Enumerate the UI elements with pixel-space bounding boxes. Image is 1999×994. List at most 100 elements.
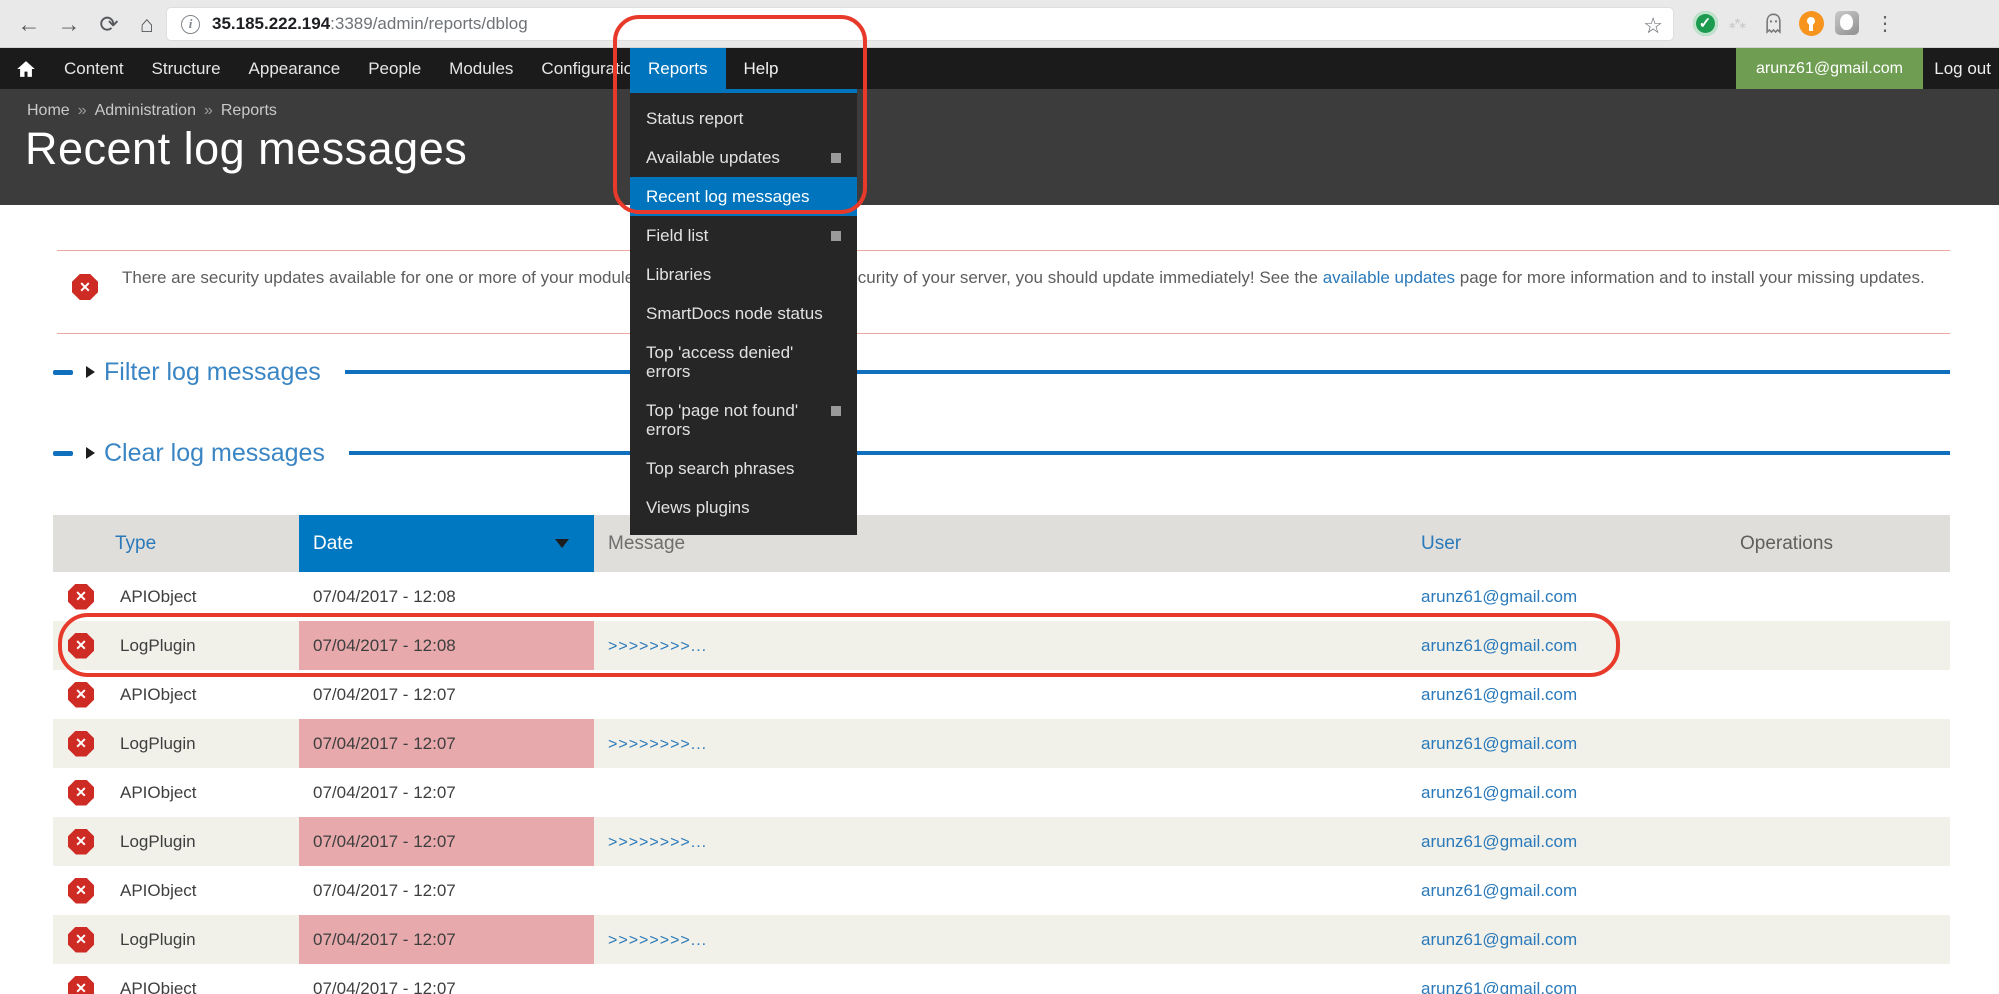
breadcrumb-link[interactable]: Home [27, 102, 95, 119]
extension-openvpn-icon[interactable] [1798, 10, 1824, 36]
log-date: 07/04/2017 - 12:08 [299, 572, 594, 621]
log-type: LogPlugin [120, 832, 196, 852]
user-link[interactable]: arunz61@gmail.com [1421, 979, 1577, 994]
log-type: APIObject [120, 685, 197, 705]
dropdown-menu-item[interactable]: Available updates [630, 138, 857, 177]
url-path: :3389/admin/reports/dblog [330, 14, 528, 34]
breadcrumb: HomeAdministrationReports [27, 102, 277, 120]
user-link[interactable]: arunz61@gmail.com [1421, 832, 1577, 851]
log-type: LogPlugin [120, 930, 196, 950]
row-error-icon: ✕ [68, 731, 94, 757]
log-operations [1680, 621, 1950, 670]
log-date: 07/04/2017 - 12:07 [299, 670, 594, 719]
collapsed-arrow-icon [86, 447, 95, 459]
dropdown-menu-item[interactable]: Top 'access denied' errors [630, 333, 857, 391]
column-header-type[interactable]: Type [53, 515, 299, 572]
toolbar-menu-item[interactable]: People [354, 48, 435, 89]
user-link[interactable]: arunz61@gmail.com [1421, 783, 1577, 802]
dropdown-menu-item[interactable]: Top 'page not found' errors [630, 391, 857, 449]
table-row: ✕ APIObject 07/04/2017 - 12:08 arunz61@g… [53, 572, 1950, 621]
log-message-link[interactable]: >>>>>>>>... [608, 736, 707, 753]
security-alert: ✕ There are security updates available f… [57, 250, 1950, 334]
toolbar-menu-item[interactable]: Modules [435, 48, 527, 89]
log-date: 07/04/2017 - 12:07 [299, 915, 594, 964]
section-divider [345, 370, 1950, 374]
extension-disabled-icon[interactable]: ⁎*⁎ [1724, 10, 1750, 36]
new-items-badge [831, 406, 841, 416]
reports-dropdown: Reports Help Status report Available upd… [630, 48, 857, 535]
toolbar-menu-item[interactable]: Structure [138, 48, 235, 89]
log-type: APIObject [120, 783, 197, 803]
dropdown-menu-item[interactable]: Top search phrases [630, 449, 857, 488]
dropdown-menu-item[interactable]: SmartDocs node status [630, 294, 857, 333]
reload-button[interactable]: ⟳ [92, 7, 126, 41]
row-error-icon: ✕ [68, 878, 94, 904]
table-header-row: Type Date Message User Operations [53, 515, 1950, 572]
dropdown-menu-item[interactable]: Libraries [630, 255, 857, 294]
log-operations [1680, 817, 1950, 866]
available-updates-link[interactable]: available updates [1323, 268, 1455, 287]
column-header-date[interactable]: Date [299, 515, 594, 572]
log-operations [1680, 964, 1950, 994]
log-type: APIObject [120, 979, 197, 994]
user-link[interactable]: arunz61@gmail.com [1421, 685, 1577, 704]
extension-gray-icon[interactable] [1834, 10, 1860, 36]
toolbar-account[interactable]: arunz61@gmail.com [1736, 48, 1923, 89]
user-link[interactable]: arunz61@gmail.com [1421, 734, 1577, 753]
page-info-icon[interactable]: i [181, 15, 200, 34]
user-link[interactable]: arunz61@gmail.com [1421, 636, 1577, 655]
dropdown-menu-item[interactable]: Recent log messages [630, 177, 857, 216]
column-header-user[interactable]: User [1390, 515, 1680, 572]
url-host: 35.185.222.194 [212, 14, 330, 34]
list-dash-icon [53, 370, 73, 375]
column-header-operations: Operations [1680, 515, 1950, 572]
log-table: Type Date Message User Operations ✕ APIO… [53, 515, 1950, 994]
row-error-icon: ✕ [68, 829, 94, 855]
bookmark-star-icon[interactable]: ☆ [1643, 13, 1663, 39]
error-icon: ✕ [72, 274, 98, 300]
log-date: 07/04/2017 - 12:07 [299, 719, 594, 768]
log-date: 07/04/2017 - 12:07 [299, 866, 594, 915]
address-bar[interactable]: i 35.185.222.194:3389/admin/reports/dblo… [166, 7, 1674, 41]
toolbar-tab[interactable]: Help [726, 48, 797, 89]
table-row: ✕ APIObject 07/04/2017 - 12:07 arunz61@g… [53, 768, 1950, 817]
browser-menu-icon[interactable]: ⋮ [1872, 10, 1898, 36]
breadcrumb-link[interactable]: Reports [221, 102, 277, 119]
section-divider [349, 451, 1950, 455]
log-message-link[interactable]: >>>>>>>>... [608, 834, 707, 851]
breadcrumb-link[interactable]: Administration [95, 102, 221, 119]
dropdown-menu-item[interactable]: Field list [630, 216, 857, 255]
browser-chrome: ← → ⟳ ⌂ i 35.185.222.194:3389/admin/repo… [0, 0, 1999, 48]
log-operations [1680, 768, 1950, 817]
forward-button[interactable]: → [52, 7, 86, 41]
toolbar-home-icon[interactable] [0, 59, 50, 79]
row-error-icon: ✕ [68, 682, 94, 708]
new-items-badge [831, 231, 841, 241]
back-button[interactable]: ← [12, 7, 46, 41]
dropdown-menu-item[interactable]: Views plugins [630, 488, 857, 527]
user-link[interactable]: arunz61@gmail.com [1421, 881, 1577, 900]
page-header: HomeAdministrationReports Recent log mes… [0, 89, 1999, 205]
section-toggle[interactable]: Clear log messages [104, 439, 325, 468]
toolbar-tab[interactable]: Reports [630, 48, 726, 89]
log-type: APIObject [120, 587, 197, 607]
user-link[interactable]: arunz61@gmail.com [1421, 587, 1577, 606]
collapsible-section: Clear log messages [53, 433, 1950, 473]
extension-ghost-icon[interactable] [1760, 10, 1786, 36]
table-row: ✕ LogPlugin 07/04/2017 - 12:08 >>>>>>>>.… [53, 621, 1950, 670]
user-link[interactable]: arunz61@gmail.com [1421, 930, 1577, 949]
row-error-icon: ✕ [68, 780, 94, 806]
dropdown-menu-item[interactable]: Status report [630, 99, 857, 138]
row-error-icon: ✕ [68, 927, 94, 953]
log-message-link[interactable]: >>>>>>>>... [608, 638, 707, 655]
section-toggle[interactable]: Filter log messages [104, 358, 321, 387]
admin-toolbar: Content Structure Appearance People Modu… [0, 48, 1999, 89]
sections: Filter log messages Clear log messages [53, 352, 1950, 514]
toolbar-menu-item[interactable]: Content [50, 48, 138, 89]
home-button[interactable]: ⌂ [130, 7, 164, 41]
logout-link[interactable]: Log out [1934, 48, 1991, 89]
toolbar-menu-item[interactable]: Appearance [235, 48, 355, 89]
extension-adblock-icon[interactable]: ✓ [1692, 10, 1718, 36]
log-message-link[interactable]: >>>>>>>>... [608, 932, 707, 949]
row-error-icon: ✕ [68, 584, 94, 610]
